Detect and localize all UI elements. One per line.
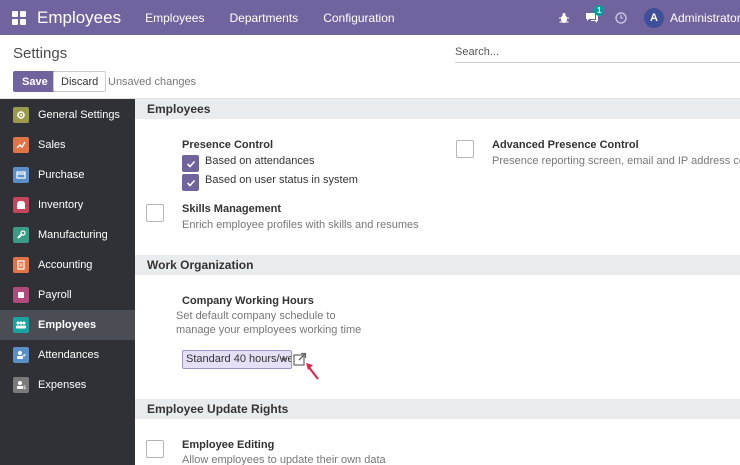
working-hours-select[interactable]: Standard 40 hours/we (182, 350, 292, 369)
presence-control-title: Presence Control (182, 139, 274, 151)
top-navbar: Employees Employees Departments Configur… (0, 0, 740, 35)
employee-editing-title: Employee Editing (182, 439, 275, 451)
chat-badge: 1 (594, 4, 605, 16)
box-icon (13, 197, 29, 213)
wrench-icon (13, 227, 29, 243)
based-on-user-status-checkbox[interactable] (182, 174, 199, 191)
sidebar-item-label: Employees (38, 319, 97, 331)
menu-departments[interactable]: Departments (229, 11, 298, 25)
chart-icon (13, 137, 29, 153)
menu-employees[interactable]: Employees (145, 11, 204, 25)
based-on-attendances-label[interactable]: Based on attendances (205, 155, 314, 167)
sidebar-item-purchase[interactable]: Purchase (0, 160, 135, 190)
based-on-attendances-checkbox[interactable] (182, 155, 199, 172)
document-icon (13, 257, 29, 273)
sidebar-item-label: Sales (38, 139, 66, 151)
section-title-employees: Employees (135, 99, 740, 119)
payroll-icon (13, 287, 29, 303)
settings-content: Employees Presence Control Based on atte… (135, 99, 740, 465)
menu-configuration[interactable]: Configuration (323, 11, 394, 25)
unsaved-changes-text: Unsaved changes (108, 76, 197, 88)
bug-icon[interactable] (558, 12, 570, 24)
people-icon (13, 317, 29, 333)
user-name[interactable]: Administrator (cb (670, 11, 740, 25)
user-check-icon (13, 347, 29, 363)
gear-icon (13, 107, 29, 123)
svg-text:$: $ (23, 385, 26, 390)
sidebar-item-label: Expenses (38, 379, 87, 391)
sidebar-item-label: Attendances (38, 349, 100, 361)
working-hours-description-line2: manage your employees working time (176, 324, 362, 336)
caret-down-icon (281, 358, 287, 361)
sidebar-item-sales[interactable]: Sales (0, 130, 135, 160)
sidebar-item-attendances[interactable]: Attendances (0, 340, 135, 370)
employee-editing-description: Allow employees to update their own data (182, 454, 386, 465)
section-title-employee-update-rights: Employee Update Rights (135, 399, 740, 419)
advanced-presence-title: Advanced Presence Control (492, 139, 639, 151)
skills-management-title: Skills Management (182, 203, 282, 215)
sidebar-item-payroll[interactable]: Payroll (0, 280, 135, 310)
sidebar-item-manufacturing[interactable]: Manufacturing (0, 220, 135, 250)
skills-management-description: Enrich employee profiles with skills and… (182, 219, 419, 231)
sidebar-item-label: Manufacturing (38, 229, 108, 241)
advanced-presence-checkbox[interactable] (456, 140, 474, 158)
apps-menu-icon[interactable] (12, 10, 26, 25)
sidebar-item-accounting[interactable]: Accounting (0, 250, 135, 280)
card-icon (13, 167, 29, 183)
avatar[interactable]: A (644, 7, 664, 28)
sidebar-item-general-settings[interactable]: General Settings (0, 100, 135, 130)
based-on-user-status-label[interactable]: Based on user status in system (205, 174, 358, 186)
sidebar-item-employees[interactable]: Employees (0, 310, 135, 340)
section-title-work-organization: Work Organization (135, 255, 740, 275)
save-button[interactable]: Save (13, 71, 57, 92)
settings-sidebar: General Settings Sales Purchase Inventor… (0, 99, 135, 465)
sidebar-item-inventory[interactable]: Inventory (0, 190, 135, 220)
working-hours-description-line1: Set default company schedule to (176, 310, 336, 322)
control-panel: Settings Save Discard Unsaved changes (0, 35, 740, 99)
employee-editing-checkbox[interactable] (146, 440, 164, 458)
clock-icon[interactable] (615, 11, 627, 24)
advanced-presence-description: Presence reporting screen, email and IP … (492, 155, 740, 167)
working-hours-title: Company Working Hours (182, 295, 314, 307)
pointer-arrow-icon (304, 361, 322, 384)
sidebar-item-expenses[interactable]: $ Expenses (0, 370, 135, 400)
skills-management-checkbox[interactable] (146, 204, 164, 222)
expense-icon: $ (13, 377, 29, 393)
app-title[interactable]: Employees (37, 8, 121, 28)
sidebar-item-label: General Settings (38, 109, 120, 121)
sidebar-item-label: Purchase (38, 169, 85, 181)
search-input[interactable] (455, 43, 740, 63)
discard-button[interactable]: Discard (53, 71, 107, 92)
chat-icon[interactable]: 1 (585, 4, 605, 24)
sidebar-item-label: Inventory (38, 199, 84, 211)
sidebar-item-label: Accounting (38, 259, 93, 271)
breadcrumb: Settings (13, 45, 68, 62)
sidebar-item-label: Payroll (38, 289, 72, 301)
working-hours-value: Standard 40 hours/we (186, 353, 292, 365)
